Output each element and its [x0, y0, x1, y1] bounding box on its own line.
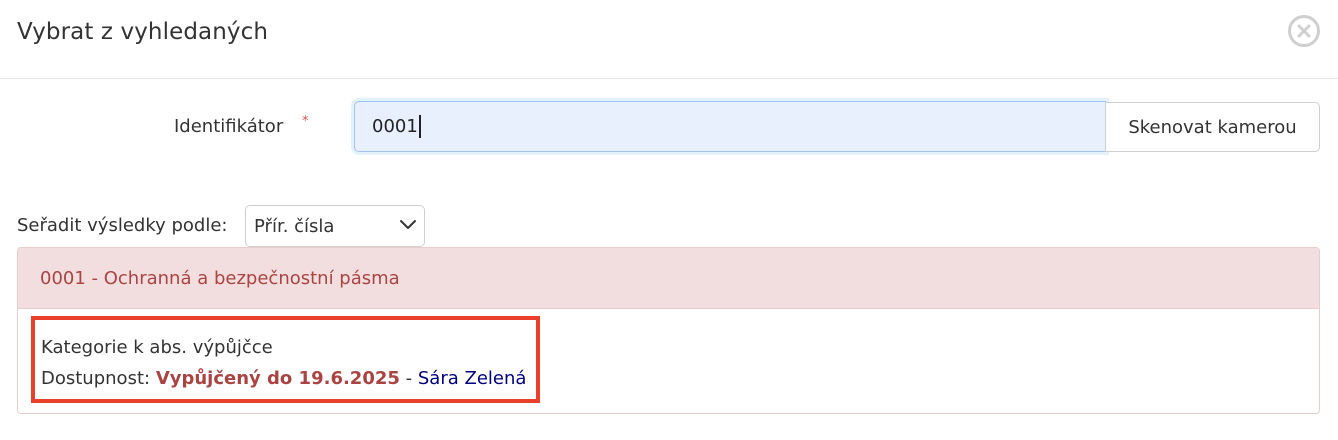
sort-label: Seřadit výsledky podle:	[17, 215, 228, 236]
result-title: 0001 - Ochranná a bezpečnostní pásma	[40, 268, 400, 289]
close-button[interactable]	[1288, 15, 1320, 47]
result-availability: Dostupnost: Vypůjčený do 19.6.2025 - Sár…	[41, 368, 526, 389]
text-caret	[419, 115, 421, 138]
borrower-link[interactable]: Sára Zelená	[418, 368, 527, 389]
result-category: Kategorie k abs. výpůjčce	[41, 337, 273, 358]
sort-select[interactable]: Přír. čísla	[245, 205, 425, 247]
scan-camera-button[interactable]: Skenovat kamerou	[1105, 102, 1320, 152]
result-heading[interactable]: 0001 - Ochranná a bezpečnostní pásma	[18, 248, 1319, 309]
sort-selected-value: Přír. čísla	[254, 216, 335, 237]
identifier-input[interactable]	[354, 101, 1106, 152]
availability-label: Dostupnost:	[41, 368, 151, 389]
chevron-down-icon	[400, 220, 416, 229]
availability-separator: -	[405, 368, 413, 389]
availability-status: Vypůjčený do 19.6.2025	[155, 368, 400, 389]
close-circle-icon	[1297, 24, 1311, 38]
modal-header: Vybrat z vyhledaných	[0, 0, 1338, 79]
identifier-row: Identifikátor * Skenovat kamerou	[0, 100, 1338, 154]
identifier-label: Identifikátor	[174, 116, 284, 137]
highlight-box	[31, 316, 540, 403]
required-mark: *	[302, 114, 309, 129]
modal-title: Vybrat z vyhledaných	[17, 19, 269, 45]
